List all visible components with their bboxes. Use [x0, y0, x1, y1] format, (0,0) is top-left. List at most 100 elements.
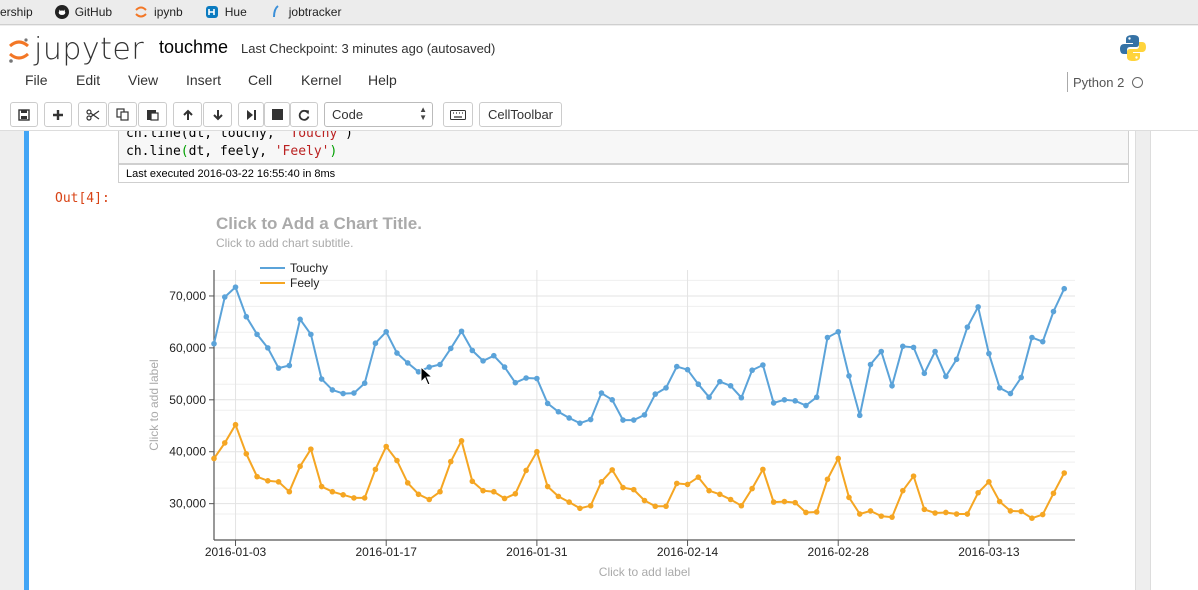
- data-point: [609, 467, 616, 473]
- copy-button[interactable]: [108, 102, 137, 127]
- data-point: [781, 397, 788, 403]
- x-tick-label: 2016-03-13: [958, 545, 1020, 559]
- arrow-down-icon: [212, 109, 223, 120]
- data-point: [900, 487, 906, 494]
- bookmark-hue[interactable]: Hue: [205, 5, 247, 19]
- line-chart: 30,000 40,000 50,000 60,000 70,000 2016-01-03…: [147, 261, 1075, 579]
- menu-help[interactable]: Help: [368, 72, 397, 88]
- data-point: [329, 387, 336, 393]
- notebook-name[interactable]: touchme: [159, 37, 228, 58]
- jupyter-logo[interactable]: jupyter: [8, 32, 144, 67]
- y-tick-label: 60,000: [169, 341, 206, 355]
- data-point: [598, 390, 605, 396]
- data-point: [717, 378, 723, 385]
- data-point: [340, 390, 346, 397]
- data-point: [308, 446, 314, 452]
- bookmark-ipynb[interactable]: ipynb: [134, 5, 183, 19]
- chart-title[interactable]: Click to Add a Chart Title.: [216, 214, 422, 234]
- kernel-indicator: Python 2: [1067, 72, 1144, 92]
- code-input[interactable]: ch.line(dt, touchy, 'Touchy') ch.line(dt…: [118, 131, 1129, 164]
- data-point: [491, 352, 497, 359]
- data-point: [501, 495, 508, 502]
- data-point: [232, 421, 239, 428]
- data-point: [803, 402, 809, 409]
- data-point: [512, 490, 519, 497]
- menu-cell[interactable]: Cell: [248, 72, 272, 88]
- legend-label: Feely: [290, 276, 319, 290]
- data-point: [910, 473, 917, 479]
- data-point: [566, 499, 572, 505]
- menu-view[interactable]: View: [128, 72, 158, 88]
- select-arrows-icon: ▲ ▼: [419, 105, 427, 122]
- jupyter-icon: [134, 5, 148, 19]
- bookmark-jobtracker[interactable]: jobtracker: [269, 5, 341, 19]
- y-axis-label: Click to add label: [147, 359, 161, 450]
- command-palette-button[interactable]: [443, 102, 473, 127]
- chart-subtitle[interactable]: Click to add chart subtitle.: [216, 236, 353, 250]
- data-point: [996, 498, 1003, 505]
- data-point: [760, 362, 766, 368]
- data-point: [211, 340, 217, 347]
- bookmark-partial[interactable]: ership: [0, 5, 33, 19]
- data-point: [910, 344, 917, 351]
- bookmark-github[interactable]: GitHub: [54, 5, 112, 19]
- data-point: [437, 361, 443, 368]
- data-point: [846, 373, 852, 379]
- data-point: [878, 348, 885, 355]
- data-point: [824, 476, 831, 483]
- restart-button[interactable]: [290, 102, 318, 127]
- insert-cell-button[interactable]: [44, 102, 72, 127]
- data-point: [308, 331, 314, 338]
- y-tick-label: 70,000: [169, 289, 206, 303]
- data-point: [792, 499, 798, 506]
- menu-insert[interactable]: Insert: [186, 72, 221, 88]
- data-point: [620, 484, 626, 491]
- save-button[interactable]: [10, 102, 38, 127]
- move-down-button[interactable]: [203, 102, 232, 127]
- menu-kernel[interactable]: Kernel: [301, 72, 341, 88]
- run-cell-button[interactable]: [238, 102, 264, 127]
- data-point: [577, 505, 583, 512]
- move-up-button[interactable]: [173, 102, 202, 127]
- data-point: [706, 487, 712, 494]
- cut-button[interactable]: [78, 102, 107, 127]
- data-point: [544, 483, 551, 490]
- x-tick-label: 2016-02-28: [808, 545, 870, 559]
- data-point: [630, 417, 637, 423]
- data-point: [695, 474, 702, 480]
- data-point: [867, 508, 874, 514]
- menu-file[interactable]: File: [25, 72, 48, 88]
- data-point: [232, 284, 239, 290]
- cell-type-select[interactable]: Code ▲ ▼: [324, 102, 433, 127]
- toolbar: Code ▲ ▼ CellToolbar: [0, 102, 1198, 128]
- data-point: [878, 513, 885, 519]
- data-point: [469, 347, 476, 354]
- data-point: [1007, 508, 1014, 514]
- data-point: [221, 294, 228, 300]
- x-axis-label: Click to add label: [599, 565, 690, 579]
- data-point: [351, 390, 357, 396]
- interrupt-button[interactable]: [264, 102, 290, 127]
- bookmark-label: ership: [0, 5, 33, 19]
- data-point: [523, 467, 529, 474]
- data-point: [964, 324, 971, 330]
- data-point: [652, 391, 659, 397]
- data-point: [297, 316, 303, 323]
- data-point: [900, 343, 906, 350]
- menu-edit[interactable]: Edit: [76, 72, 100, 88]
- plus-icon: [53, 109, 63, 120]
- data-point: [986, 350, 992, 357]
- data-point: [684, 481, 691, 488]
- execution-time: Last executed 2016-03-22 16:55:40 in 8ms: [118, 164, 1129, 183]
- data-point: [770, 499, 777, 505]
- data-point: [975, 304, 981, 310]
- celltoolbar-button[interactable]: CellToolbar: [479, 102, 562, 127]
- step-forward-icon: [247, 109, 256, 120]
- checkpoint-status: Last Checkpoint: 3 minutes ago (autosave…: [241, 41, 496, 56]
- arrow-up-icon: [182, 109, 193, 120]
- cell-type-value: Code: [332, 107, 364, 122]
- paste-button[interactable]: [138, 102, 167, 127]
- data-point: [286, 488, 293, 495]
- data-point: [394, 457, 400, 464]
- series-line-feely: [213, 422, 1066, 520]
